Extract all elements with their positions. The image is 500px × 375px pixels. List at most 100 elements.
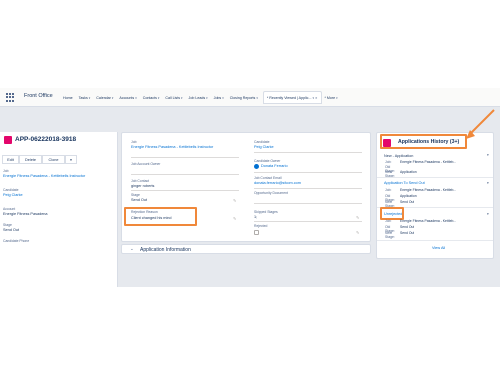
field-value-job-contact-email[interactable]: donata.ferrario@sfcom.com <box>254 181 301 185</box>
chevron-down-icon[interactable]: ▾ <box>89 96 91 100</box>
field-divider <box>131 157 239 158</box>
nav-item-accounts[interactable]: Accounts ▾ <box>116 96 139 100</box>
row-value: Energie Fitness Pasadena - Kettleb... <box>400 219 457 223</box>
record-title: APP-06222018-3918 <box>15 136 77 143</box>
nav-item-label: Contacts <box>142 95 157 100</box>
field-label-candidate-phone: Candidate Phone <box>3 239 30 243</box>
nav-items: Home Tasks ▾ Calendar ▾ Accounts ▾ Contacts… <box>60 88 341 107</box>
edit-pencil-icon[interactable]: ✎ <box>233 216 236 221</box>
field-value-candidate[interactable]: Peig Clarke <box>254 145 274 149</box>
chevron-down-icon[interactable]: ⌄ <box>130 246 134 252</box>
nav-item-label: Tasks <box>78 95 88 100</box>
field-label-account: Account <box>3 207 16 211</box>
field-value-account: Energie Fitness Pasadena <box>3 212 48 216</box>
nav-item-label: Calendar <box>96 95 111 100</box>
nav-item-home[interactable]: Home <box>60 96 76 100</box>
row-key: Job: <box>385 219 392 223</box>
chevron-down-icon[interactable]: ▾ <box>222 96 224 100</box>
more-actions-chevron-icon[interactable]: ▼ <box>65 155 77 164</box>
field-label-stage: Stage <box>131 193 140 197</box>
field-label-job: Job <box>3 169 9 173</box>
rejected-checkbox[interactable] <box>254 230 259 235</box>
nav-item-call-lists[interactable]: Call Lists ▾ <box>162 96 185 100</box>
app-launcher-icon[interactable] <box>6 93 15 102</box>
field-label-job: Job <box>131 140 137 144</box>
field-label-opportunity-document: Opportunity Document <box>254 191 288 195</box>
divider <box>377 240 493 241</box>
field-divider <box>254 203 362 204</box>
field-divider <box>254 152 362 153</box>
edit-button[interactable]: Edit <box>2 155 19 164</box>
chevron-down-icon[interactable]: ▾ <box>181 96 183 100</box>
chevron-down-icon[interactable]: ▾ <box>112 96 114 100</box>
row-menu-chevron-icon[interactable]: ▾ <box>487 181 489 185</box>
nav-item-label: Jobs <box>213 95 222 100</box>
field-divider <box>254 172 362 173</box>
nav-item-label: Job Leads <box>188 95 206 100</box>
view-all-link[interactable]: View All <box>432 246 445 250</box>
row-value: Send Out <box>400 231 415 235</box>
chevron-down-icon[interactable]: ▾ <box>206 96 208 100</box>
tab-label: * Recently Viewed | Applic... <box>266 95 312 100</box>
close-icon[interactable]: ✕ <box>315 96 318 100</box>
edit-pencil-icon[interactable]: ✎ <box>356 230 359 235</box>
divider <box>377 177 493 178</box>
app-name: Front Office <box>24 93 53 99</box>
field-divider <box>254 188 362 189</box>
field-label-job-account-owner: Job Account Owner <box>131 162 161 166</box>
history-heading-application-to-send-out[interactable]: Application To Send Out <box>384 181 425 185</box>
row-key: Job: <box>385 188 392 192</box>
history-row: New Stage: Send Out <box>385 231 490 239</box>
field-value-skipped-stages: 1; <box>254 215 258 219</box>
chevron-down-icon[interactable]: ▾ <box>336 96 338 100</box>
field-label-stage: Stage <box>3 223 12 227</box>
field-value-candidate-owner[interactable]: Donata Ferrario <box>261 164 288 168</box>
nav-item-tasks[interactable]: Tasks ▾ <box>76 96 94 100</box>
field-divider <box>131 190 239 191</box>
field-value-candidate[interactable]: Peig Clarke <box>3 193 23 197</box>
nav-item-job-leads[interactable]: Job Leads ▾ <box>186 96 211 100</box>
nav-item-label: Home <box>63 95 73 100</box>
field-label-candidate: Candidate <box>3 188 19 192</box>
field-label-job-contact: Job Contact <box>131 179 150 183</box>
edit-pencil-icon[interactable]: ✎ <box>356 215 359 220</box>
chevron-down-icon[interactable]: ▾ <box>158 96 160 100</box>
nav-item-label: Call Lists <box>165 95 181 100</box>
row-menu-chevron-icon[interactable]: ▾ <box>487 212 489 216</box>
nav-item-jobs[interactable]: Jobs ▾ <box>211 96 227 100</box>
history-row: Job: Energie Fitness Pasadena - Kettleb..… <box>385 160 490 164</box>
nav-item-contacts[interactable]: Contacts ▾ <box>140 96 163 100</box>
nav-item-calendar[interactable]: Calendar ▾ <box>93 96 116 100</box>
field-value-stage: Send Out <box>3 228 20 232</box>
user-avatar-icon <box>254 164 259 169</box>
field-divider <box>254 221 362 222</box>
nav-item-label: * More <box>324 95 336 100</box>
row-menu-chevron-icon[interactable]: ▾ <box>487 153 489 157</box>
field-value-job[interactable]: Energie Fitness Pasadena - Kettlebells I… <box>3 174 115 178</box>
row-key: New Stage: <box>385 231 395 239</box>
chevron-down-icon[interactable]: ▾ <box>256 96 258 100</box>
history-row: Job: Energie Fitness Pasadena - Kettleb..… <box>385 188 490 192</box>
section-header-application-information[interactable]: ⌄ Application Information <box>121 244 371 254</box>
field-label-skipped-stages: Skipped Stages <box>254 210 278 214</box>
clone-button[interactable]: Clone <box>42 155 65 164</box>
record-action-buttons: Edit Delete Clone ▼ <box>2 155 77 164</box>
field-value-job[interactable]: Energie Fitness Pasadena - Kettlebells I… <box>131 145 231 149</box>
tab-recently-viewed[interactable]: * Recently Viewed | Applic... ▾ ✕ <box>262 91 322 104</box>
delete-button[interactable]: Delete <box>19 155 42 164</box>
field-label-job-contact-email: Job Contact Email <box>254 176 282 180</box>
row-value: Energie Fitness Pasadena - Kettleb... <box>400 188 457 192</box>
chevron-down-icon[interactable]: ▾ <box>312 96 314 100</box>
global-nav-bar: Front Office Home Tasks ▾ Calendar ▾ Accou… <box>0 88 500 107</box>
field-value-job-contact: ginger roberts <box>131 184 155 188</box>
nav-item-closing-reports[interactable]: Closing Reports ▾ <box>227 96 261 100</box>
history-row: Job: Energie Fitness Pasadena - Kettleb..… <box>385 219 490 223</box>
section-title: Application Information <box>140 246 191 253</box>
nav-item-label: Accounts <box>119 95 135 100</box>
application-record-icon <box>4 136 12 144</box>
chevron-down-icon[interactable]: ▾ <box>135 96 137 100</box>
field-divider <box>131 174 239 175</box>
field-label-candidate-owner: Candidate Owner <box>254 159 281 163</box>
edit-pencil-icon[interactable]: ✎ <box>233 198 236 203</box>
nav-item-more[interactable]: * More ▾ <box>322 96 341 100</box>
